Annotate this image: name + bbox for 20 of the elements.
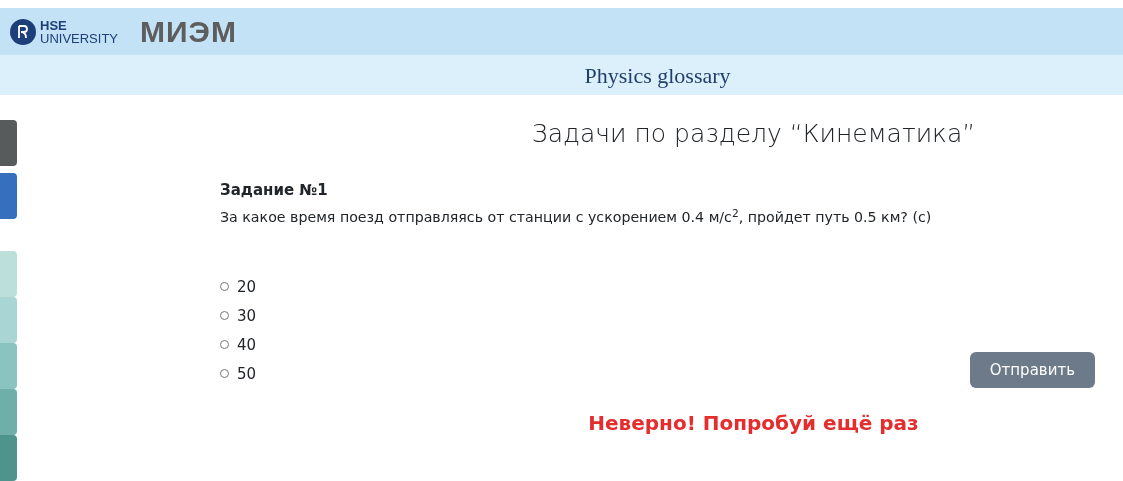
side-tab[interactable] xyxy=(0,297,17,343)
brand-logo: МИЭМ xyxy=(140,14,237,50)
option-label[interactable]: 30 xyxy=(237,304,257,328)
page-title: Задачи по разделу “Кинематика” xyxy=(530,118,977,150)
site-title: Physics glossary xyxy=(584,61,731,90)
submit-button[interactable]: Отправить xyxy=(969,351,1095,389)
option-label[interactable]: 50 xyxy=(237,362,257,386)
option-label[interactable]: 20 xyxy=(237,275,257,299)
side-tab[interactable] xyxy=(0,173,17,219)
logo-text: HSE UNIVERSITY xyxy=(40,18,118,45)
task-title: Задание №1 xyxy=(220,179,329,201)
feedback-message: Неверно! Попробуй ещё раз xyxy=(587,410,920,438)
hse-emblem-icon xyxy=(10,18,36,45)
side-tab[interactable] xyxy=(0,120,17,166)
side-tab[interactable] xyxy=(0,435,17,481)
side-tab[interactable] xyxy=(0,251,17,297)
side-tab[interactable] xyxy=(0,343,17,389)
question-text: За какое время поезд отправляясь от станции с ускорением 0.4 м/с$^{2}$, пройдет путь 0.5 км? (с) xyxy=(220,207,933,227)
side-tab[interactable] xyxy=(0,389,17,435)
option-label[interactable]: 40 xyxy=(237,333,257,357)
